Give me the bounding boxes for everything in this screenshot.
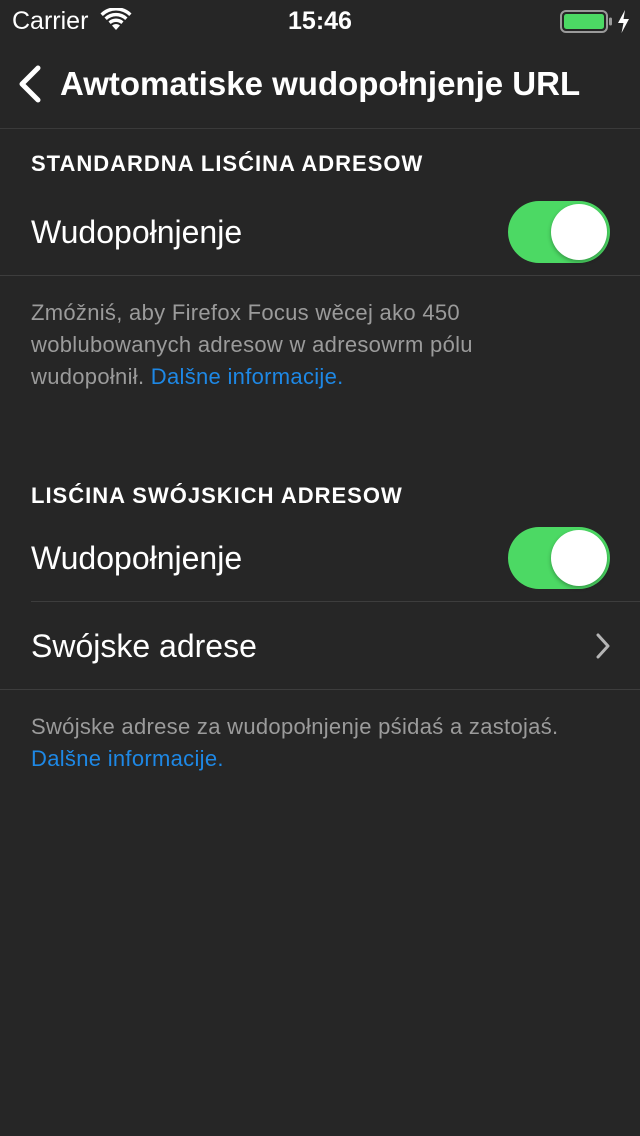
toggle-knob: [551, 530, 607, 586]
section-footer-standard: Zmóžniś, aby Firefox Focus wěcej ako 450…: [31, 297, 591, 393]
toggle-knob: [551, 204, 607, 260]
navigation-bar: Awtomatiske wudopołnjenje URL: [0, 40, 640, 129]
section-header-custom-list: LISĆINA SWÓJSKICH ADRESOW: [31, 483, 403, 508]
battery-icon: [560, 10, 629, 33]
row-autocomplete-standard: Wudopołnjenje: [0, 188, 640, 276]
row-label: Swójske adrese: [31, 628, 257, 664]
charging-bolt-icon: [618, 10, 629, 33]
row-label: Wudopołnjenje: [31, 540, 243, 576]
divider: [0, 689, 640, 690]
chevron-right-icon: [596, 633, 610, 659]
autocomplete-custom-toggle[interactable]: [508, 527, 610, 589]
section-header-standard-list: STANDARDNA LISĆINA ADRESOW: [31, 151, 424, 176]
page-title: Awtomatiske wudopołnjenje URL: [60, 65, 581, 102]
divider: [0, 275, 640, 276]
chevron-left-icon[interactable]: [10, 60, 54, 108]
status-bar: Carrier 15:46: [0, 0, 640, 40]
section-footer-custom: Swójske adrese za wudopołnjenje pśidaś a…: [31, 711, 591, 775]
learn-more-link[interactable]: Dalšne informacije.: [151, 364, 344, 389]
status-time: 15:46: [288, 7, 352, 35]
autocomplete-standard-toggle[interactable]: [508, 201, 610, 263]
footer-text: Swójske adrese za wudopołnjenje pśidaś a…: [31, 714, 559, 739]
row-custom-urls[interactable]: Swójske adrese: [0, 602, 640, 690]
row-autocomplete-custom: Wudopołnjenje: [0, 514, 640, 602]
learn-more-link[interactable]: Dalšne informacije.: [31, 746, 224, 771]
row-label: Wudopołnjenje: [31, 214, 243, 250]
